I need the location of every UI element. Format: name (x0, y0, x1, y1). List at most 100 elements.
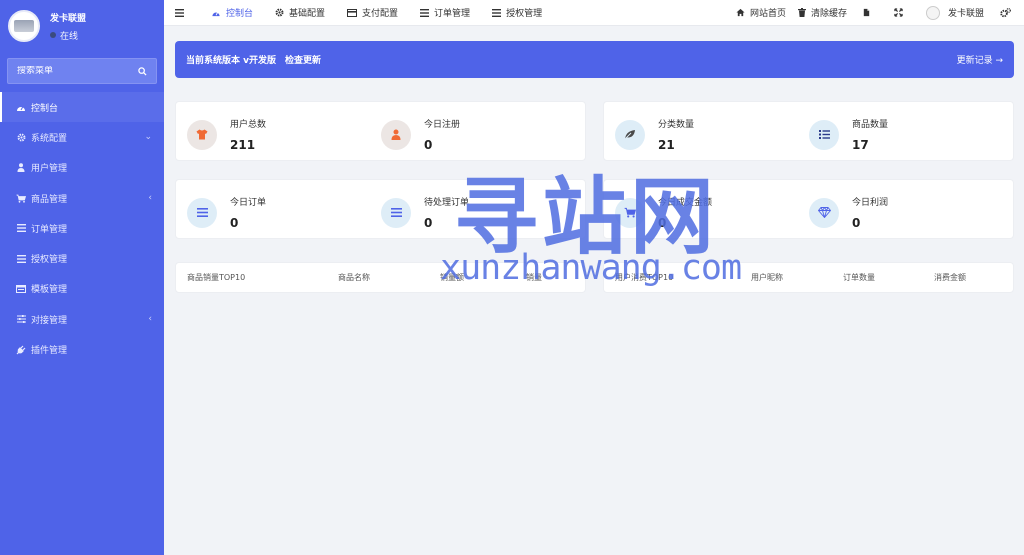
theme-button[interactable] (853, 0, 885, 26)
fullscreen-button[interactable] (885, 0, 917, 26)
table-title: 商品销量TOP10 (187, 273, 246, 282)
tab-label: 支付配置 (362, 9, 399, 19)
sidebar-item-label: 控制台 (31, 103, 59, 114)
dashboard-icon (212, 11, 220, 16)
tab-payment-config[interactable]: 支付配置 (336, 0, 409, 26)
sidebar-item-integration[interactable]: 对接管理 ‹ (0, 304, 164, 334)
gear-icon (275, 8, 284, 17)
sidebar-item-label: 商品管理 (31, 194, 68, 205)
stat-users-total: 用户总数 211 (187, 117, 266, 152)
template-icon (16, 284, 26, 294)
sidebar-item-orders[interactable]: 订单管理 (0, 213, 164, 243)
user-panel: 发卡联盟 在线 (0, 0, 164, 52)
clear-cache-label: 清除缓存 (810, 9, 847, 19)
menu-icon (187, 197, 217, 228)
user-name: 发卡联盟 (50, 13, 87, 24)
stat-label: 今日注册 (424, 120, 461, 130)
diamond-icon (809, 197, 839, 228)
sidebar-item-system-config[interactable]: 系统配置 ⌄ (0, 122, 164, 152)
stat-product-count: 商品数量 17 (809, 117, 888, 152)
avatar (925, 5, 940, 20)
card-icon (347, 8, 358, 17)
chevron-left-icon: ‹ (148, 314, 152, 325)
status-dot-icon (50, 32, 56, 38)
gear-icon (16, 132, 26, 142)
stat-value: 0 (852, 216, 861, 230)
list-icon (420, 8, 430, 17)
home-icon (736, 8, 745, 17)
sidebar-item-label: 授权管理 (31, 255, 68, 266)
stat-label: 分类数量 (658, 120, 695, 130)
menu-search-input[interactable] (17, 66, 138, 76)
logo-icon (14, 20, 34, 32)
fullscreen-icon (894, 8, 903, 17)
tab-label: 授权管理 (506, 9, 543, 19)
stat-value: 17 (852, 138, 869, 152)
sidebar-item-label: 模板管理 (31, 285, 68, 296)
sidebar-item-plugins[interactable]: 插件管理 (0, 334, 164, 364)
menu-icon (381, 197, 411, 228)
list-icon (16, 254, 26, 264)
stat-value: 211 (230, 138, 256, 152)
tab-label: 基础配置 (289, 9, 326, 19)
tab-dashboard[interactable]: 控制台 (200, 0, 264, 26)
top-navbar: 控制台 基础配置 支付配置 订单管理 授权管理 网站首页 清除缓存 发卡联盟 (164, 0, 1024, 26)
column-header: 订单数量 (843, 273, 875, 282)
avatar[interactable] (8, 10, 40, 42)
site-home-label: 网站首页 (749, 9, 786, 19)
hamburger-icon (175, 8, 184, 17)
tab-label: 订单管理 (434, 9, 471, 19)
plug-icon (16, 345, 26, 355)
menu-toggle-button[interactable] (164, 0, 200, 26)
user-menu-label: 发卡联盟 (947, 9, 984, 19)
user-icon (16, 163, 26, 173)
chevron-left-icon: ‹ (148, 193, 152, 204)
tab-label: 控制台 (226, 9, 254, 19)
update-history-link[interactable]: 更新记录 → (957, 53, 1003, 66)
gears-icon (1000, 7, 1011, 17)
sidebar-item-products[interactable]: 商品管理 ‹ (0, 183, 164, 213)
sidebar-item-label: 订单管理 (31, 224, 68, 235)
clear-cache-button[interactable]: 清除缓存 (792, 0, 853, 26)
watermark-text-en: xunzhanwang.com (440, 248, 742, 288)
user-menu[interactable]: 发卡联盟 (917, 0, 996, 26)
column-header: 消费金额 (934, 273, 966, 282)
tab-basic-config[interactable]: 基础配置 (264, 0, 336, 26)
stat-label: 用户总数 (230, 120, 267, 130)
menu-search (7, 58, 157, 84)
dashboard-icon (16, 102, 26, 112)
stat-today-orders: 今日订单 0 (187, 195, 266, 230)
stat-category-count: 分类数量 21 (615, 117, 694, 152)
tab-auth-management[interactable]: 授权管理 (481, 0, 553, 26)
shirt-icon (187, 119, 217, 150)
site-home-link[interactable]: 网站首页 (730, 0, 792, 26)
stat-label: 今日订单 (230, 198, 267, 208)
column-header: 商品名称 (338, 273, 370, 282)
theme-icon (863, 8, 870, 17)
list-icon (492, 8, 502, 17)
cart-icon (16, 193, 26, 203)
sidebar-item-label: 对接管理 (31, 315, 68, 326)
version-notice-bar: 当前系统版本 v开发版 检查更新 更新记录 → (175, 41, 1014, 78)
person-icon (381, 119, 411, 150)
stat-today-register: 今日注册 0 (381, 117, 460, 152)
sidebar: 发卡联盟 在线 控制台 系统配置 ⌄ 用户管理 商品管理 ‹ (0, 0, 164, 555)
sidebar-item-users[interactable]: 用户管理 (0, 153, 164, 183)
sidebar-item-label: 插件管理 (31, 346, 68, 357)
watermark: 寻站网 xunzhanwang.com (440, 150, 770, 300)
search-icon[interactable] (138, 66, 147, 76)
sidebar-item-label: 用户管理 (31, 164, 68, 175)
tab-order-management[interactable]: 订单管理 (409, 0, 481, 26)
sidebar-item-auth[interactable]: 授权管理 (0, 243, 164, 273)
user-status: 在线 (50, 29, 86, 42)
sidebar-item-templates[interactable]: 模板管理 (0, 274, 164, 304)
stat-label: 商品数量 (852, 120, 889, 130)
status-label: 在线 (60, 31, 79, 42)
sidebar-item-dashboard[interactable]: 控制台 (0, 92, 164, 123)
chevron-down-icon: ⌄ (144, 132, 152, 143)
list-icon (809, 119, 839, 150)
settings-button[interactable] (996, 0, 1024, 26)
list-icon (16, 223, 26, 233)
check-update-link[interactable]: 检查更新 (285, 53, 321, 66)
sidebar-item-label: 系统配置 (31, 133, 68, 144)
